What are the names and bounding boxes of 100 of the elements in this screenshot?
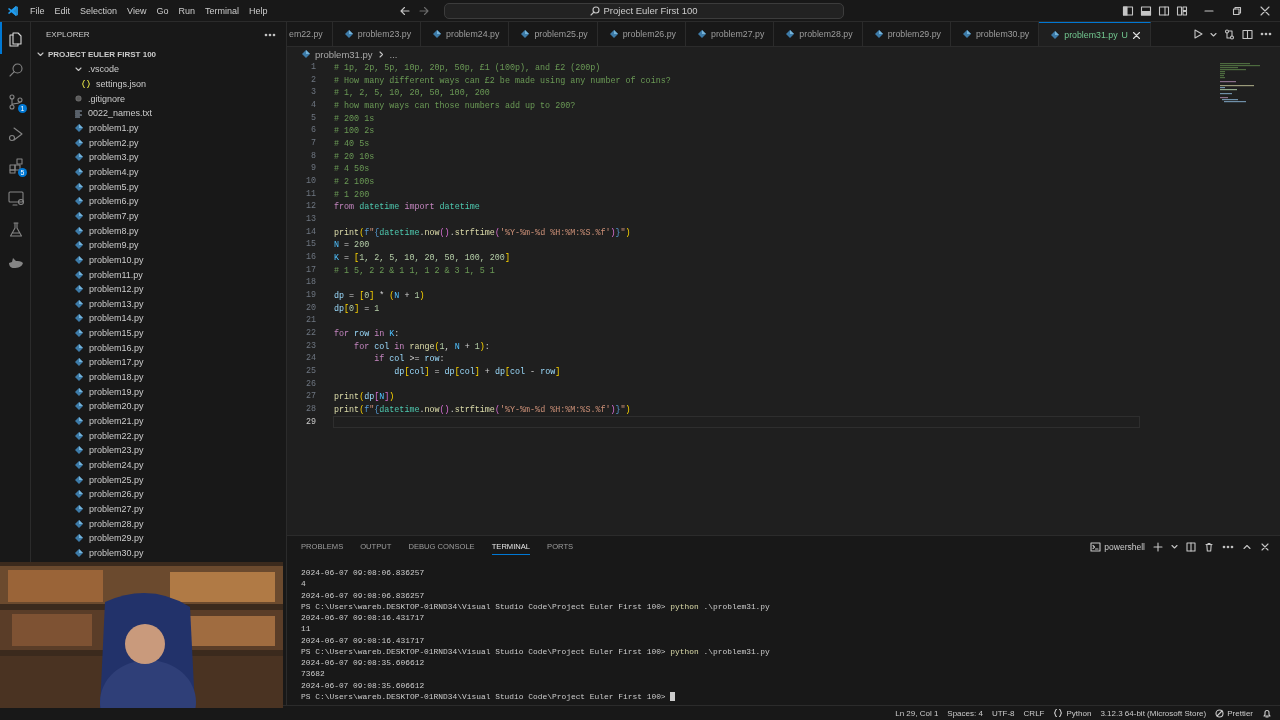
explorer-tree-item[interactable]: problem19.py (31, 384, 286, 400)
explorer-tree-item[interactable]: problem3.py (31, 149, 286, 165)
search-field[interactable]: Project Euler First 100 (443, 2, 844, 19)
menu-item[interactable]: Run (173, 5, 200, 16)
explorer-tree-item[interactable]: problem16.py (31, 340, 286, 356)
more-icon[interactable] (1222, 544, 1234, 549)
back-arrow-icon[interactable] (398, 4, 411, 17)
explorer-tree-item[interactable]: problem24.py (31, 457, 286, 473)
status-bar-item[interactable]: Ln 29, Col 1 (895, 708, 939, 718)
more-icon[interactable] (1260, 32, 1272, 36)
panel-toggle-icon[interactable] (1140, 4, 1152, 17)
explorer-tree-item[interactable]: .gitignore (31, 91, 286, 106)
explorer-tree-item[interactable]: problem6.py (31, 193, 286, 209)
forward-arrow-icon[interactable] (417, 4, 430, 17)
split-icon[interactable] (1186, 541, 1196, 552)
status-bar-item[interactable]: 3.12.3 64-bit (Microsoft Store) (1100, 708, 1207, 718)
close-icon[interactable] (1260, 541, 1270, 552)
menu-item[interactable]: File (25, 5, 50, 16)
code-line: # 4 50s (333, 163, 371, 176)
menu-item[interactable]: View (122, 5, 152, 16)
caret-icon[interactable] (1171, 543, 1178, 550)
folder-tree-item[interactable]: .vscode (31, 62, 286, 77)
terminal-selector[interactable]: powershell (1090, 541, 1145, 552)
layout-icon[interactable] (1176, 4, 1188, 17)
python-file-icon (74, 181, 84, 192)
editor-tab[interactable]: em22.py (287, 22, 333, 46)
explorer-tree-item[interactable]: problem22.py (31, 428, 286, 444)
status-bar-item[interactable]: Prettier (1215, 708, 1253, 718)
explorer-tree-item[interactable]: problem10.py (31, 252, 286, 268)
python-file-icon (74, 196, 84, 207)
breadcrumb-item[interactable]: problem31.py (315, 48, 373, 60)
explorer-tree-item[interactable]: problem25.py (31, 472, 286, 488)
trash-icon[interactable] (1204, 541, 1214, 552)
code-line: # how many ways can those numbers add up to 200? (333, 100, 577, 112)
explorer-tree-item[interactable]: problem17.py (31, 355, 286, 370)
status-bar-item[interactable]: Spaces: 4 (947, 708, 983, 718)
menu-item[interactable]: Help (243, 5, 273, 16)
python-file-icon (74, 328, 84, 339)
status-bar-item[interactable]: UTF-8 (991, 708, 1015, 718)
explorer-tree-item[interactable]: problem14.py (31, 311, 286, 326)
explorer-tree-item[interactable]: problem21.py (31, 413, 286, 429)
code-line: if col >= row: (373, 353, 446, 366)
explorer-tree-item[interactable]: problem30.py (31, 545, 286, 561)
line-number: 15 (304, 238, 316, 252)
menu-item[interactable]: Edit (49, 5, 76, 16)
flask-icon (7, 221, 25, 239)
folder-header[interactable]: PROJECT EULER FIRST 100 (31, 47, 286, 62)
explorer-tree-item[interactable]: problem7.py (31, 208, 286, 224)
explorer-tree-item[interactable]: problem12.py (31, 281, 286, 297)
python-file-icon (74, 386, 84, 397)
explorer-tree-item[interactable]: problem4.py (31, 164, 286, 180)
explorer-tree-item[interactable]: problem26.py (31, 487, 286, 502)
compare-icon[interactable] (1224, 28, 1235, 40)
explorer-tree-item[interactable]: settings.json (31, 76, 286, 92)
menu-item[interactable]: Go (151, 5, 174, 16)
explorer-tree-item[interactable]: problem8.py (31, 223, 286, 238)
bell-icon[interactable] (1262, 708, 1272, 718)
close-icon[interactable] (1260, 5, 1270, 16)
restore-icon[interactable] (1232, 5, 1242, 16)
status-bar-item[interactable]: Python (1053, 708, 1092, 718)
blocks-icon (7, 157, 25, 175)
explorer-tree-item[interactable]: problem18.py (31, 369, 286, 385)
explorer-tree-item[interactable]: problem29.py (31, 531, 286, 546)
line-number: 23 (304, 339, 316, 353)
status-bar-item[interactable]: CRLF (1023, 708, 1045, 718)
python-file-icon (301, 49, 311, 59)
python-file-icon (74, 269, 84, 280)
secondary-sidebar-icon[interactable] (1158, 4, 1170, 17)
explorer-tree-item[interactable]: problem11.py (31, 267, 286, 282)
more-icon[interactable] (264, 32, 276, 37)
explorer-tree-item[interactable]: problem9.py (31, 237, 286, 253)
editor-tab[interactable]: problem31.py U (1039, 22, 1151, 46)
sidebar-toggle-icon[interactable] (1122, 4, 1134, 17)
code-line: N = 200 (333, 239, 371, 252)
sidebar-title: EXPLORER (46, 30, 90, 39)
explorer-tree-item[interactable]: problem1.py (31, 120, 286, 136)
caret-icon[interactable] (1210, 30, 1217, 38)
close-icon[interactable] (1131, 30, 1141, 40)
explorer-tree-item[interactable]: problem5.py (31, 179, 286, 194)
run-icon[interactable] (1193, 29, 1203, 39)
explorer-tree-item[interactable]: problem15.py (31, 325, 286, 341)
chevron-down-icon[interactable] (36, 50, 45, 59)
explorer-tree-item[interactable]: 0022_names.txt (31, 105, 286, 121)
explorer-tree-item[interactable]: problem2.py (31, 135, 286, 150)
split-editor-icon[interactable] (1242, 28, 1253, 40)
python-file-icon (74, 489, 84, 500)
code-line: # 1p, 2p, 5p, 10p, 20p, 50p, £1 (100p), and £2 (200p) (333, 62, 602, 74)
plus-icon[interactable] (1153, 541, 1163, 552)
explorer-tree-item[interactable]: problem23.py (31, 443, 286, 458)
code-line: dp[0] = 1 (333, 302, 381, 315)
explorer-tree-item[interactable]: problem20.py (31, 399, 286, 414)
breadcrumb-item[interactable]: ... (389, 48, 398, 60)
menu-item[interactable]: Terminal (199, 5, 244, 16)
explorer-tree-item[interactable]: problem13.py (31, 296, 286, 312)
menu-item[interactable]: Selection (75, 5, 123, 16)
python-file-icon (74, 474, 84, 485)
line-number: 18 (304, 276, 316, 290)
code-line: dp[col] = dp[col] + dp[col - row] (393, 366, 562, 378)
explorer-tree-item[interactable]: problem28.py (31, 516, 286, 531)
explorer-tree-item[interactable]: problem27.py (31, 501, 286, 517)
